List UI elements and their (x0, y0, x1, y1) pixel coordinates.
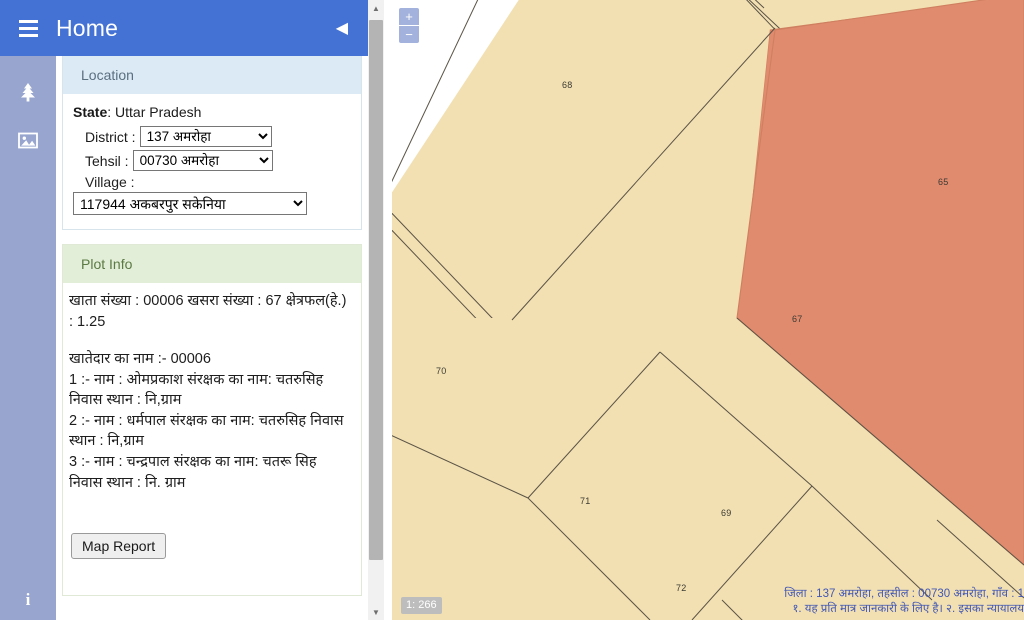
tehsil-select[interactable]: 00730 अमरोहा (132, 150, 273, 171)
page-title: Home (56, 14, 119, 41)
panel-content: Location State: Uttar Pradesh District :… (56, 56, 368, 620)
scroll-down-arrow-icon[interactable]: ▼ (368, 604, 384, 620)
plot-info-body: खाता संख्या : 00006 खसरा संख्या : 67 क्ष… (63, 283, 361, 493)
tehsil-row: Tehsil : 00730 अमरोहा (85, 150, 353, 171)
info-icon[interactable]: i (0, 590, 56, 610)
icon-rail: i (0, 56, 56, 620)
district-label: District : (85, 128, 136, 145)
chevron-left-icon[interactable]: ◀ (336, 0, 348, 56)
location-card: Location State: Uttar Pradesh District :… (62, 56, 362, 230)
parcel-label-69: 69 (721, 508, 732, 518)
plot-summary: खाता संख्या : 00006 खसरा संख्या : 67 क्ष… (69, 293, 347, 330)
plot-spacer (69, 332, 353, 349)
left-panel: Home ◀ i Location State: Uttar Pradesh D… (0, 0, 392, 620)
map-canvas[interactable]: 68 65 67 70 71 69 72 + − 1: 266 जिला : 1… (392, 0, 1024, 620)
parcel-label-68: 68 (562, 80, 573, 90)
parcel-label-72: 72 (676, 583, 687, 593)
village-select[interactable]: 117944 अकबरपुर सकेनिया (73, 192, 307, 215)
plot-info-card: Plot Info खाता संख्या : 00006 खसरा संख्य… (62, 244, 362, 596)
parcel-label-70: 70 (436, 366, 447, 376)
owner-heading: खातेदार का नाम :- 00006 (69, 351, 211, 368)
tree-icon[interactable] (0, 68, 56, 116)
owner-entry: 3 :- नाम : चन्द्रपाल संरक्षक का नाम: चतर… (69, 454, 317, 491)
district-select[interactable]: 137 अमरोहा (139, 126, 272, 147)
map-parcel-layer (392, 0, 1024, 620)
plot-info-title: Plot Info (63, 245, 361, 283)
owner-entry: 1 :- नाम : ओमप्रकाश संरक्षक का नाम: चतरु… (69, 371, 324, 409)
state-label: State (73, 104, 108, 120)
parcel-label-71: 71 (580, 496, 591, 506)
scrollbar-thumb[interactable] (369, 20, 383, 560)
application-root: 68 65 67 70 71 69 72 + − 1: 266 जिला : 1… (0, 0, 1024, 620)
panel-edge (384, 0, 392, 620)
zoom-in-button[interactable]: + (399, 8, 419, 25)
village-label: Village : (85, 174, 135, 190)
district-row: District : 137 अमरोहा (85, 126, 353, 147)
location-card-body: State: Uttar Pradesh District : 137 अमरो… (63, 94, 361, 229)
parcel-label-67: 67 (792, 314, 803, 324)
zoom-out-button[interactable]: − (399, 25, 419, 43)
hamburger-icon[interactable] (0, 0, 56, 56)
map-zoom-control[interactable]: + − (399, 8, 419, 43)
app-header: Home ◀ (0, 0, 368, 56)
image-icon-glyph (18, 132, 38, 148)
location-card-title: Location (63, 56, 361, 94)
state-colon: : (107, 104, 116, 120)
tehsil-label: Tehsil : (85, 152, 129, 169)
owner-entry: 2 :- नाम : धर्मपाल संरक्षक का नाम: चतरुस… (69, 412, 344, 450)
image-icon[interactable] (0, 116, 56, 164)
scroll-up-arrow-icon[interactable]: ▲ (368, 0, 384, 16)
tree-icon-glyph (21, 83, 35, 102)
state-value: Uttar Pradesh (115, 104, 202, 120)
map-report-button[interactable]: Map Report (71, 533, 167, 559)
parcel-label-65: 65 (938, 177, 949, 187)
panel-scrollbar[interactable]: ▲ ▼ (368, 0, 384, 620)
state-row: State: Uttar Pradesh (73, 104, 353, 120)
map-scale-indicator: 1: 266 (401, 597, 442, 614)
